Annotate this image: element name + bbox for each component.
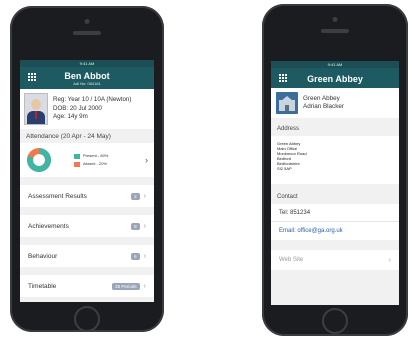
chevron-right-icon: › — [388, 256, 391, 264]
address-block: Green Abbey Main Office Monkmoor Road Be… — [271, 136, 399, 184]
row-timetable[interactable]: Timetable 25 Periods › — [20, 275, 154, 297]
email-row[interactable]: Email: office@ga.org.uk — [271, 222, 399, 240]
chevron-right-icon: › — [143, 282, 146, 290]
student-photo — [24, 93, 48, 125]
front-camera — [332, 17, 338, 22]
count-badge: 8 — [131, 222, 140, 230]
chevron-right-icon: › — [143, 222, 146, 230]
speaker-grille — [321, 29, 349, 33]
row-behaviour[interactable]: Behaviour 6 › — [20, 245, 154, 267]
contact-name: Adrian Blacker — [303, 103, 344, 110]
home-button[interactable] — [322, 308, 348, 334]
student-dob: DOB: 20 Jul 2000 — [53, 104, 102, 112]
screen-right: 9:41 AM Green Abbey Green Abbey Adrian B… — [271, 61, 399, 305]
status-bar: 9:41 AM — [271, 61, 399, 68]
legend-present: Present - 80% — [74, 152, 108, 160]
menu-grid-icon[interactable] — [279, 74, 287, 82]
student-reg: Reg: Year 10 / 10A (Newton) — [53, 96, 132, 104]
chevron-right-icon: › — [145, 155, 148, 165]
school-card: Green Abbey Adrian Blacker — [271, 88, 399, 118]
count-badge: 25 Periods — [112, 282, 140, 290]
row-achievements[interactable]: Achievements 8 › — [20, 215, 154, 237]
status-bar: 9:41 AM — [20, 60, 154, 67]
attendance-label: Attendance (20 Apr - 24 May) — [26, 133, 111, 140]
speaker-grille — [73, 31, 101, 35]
school-name: Green Abbey — [303, 95, 340, 102]
home-button[interactable] — [74, 306, 100, 332]
row-assessment-results[interactable]: Assessment Results 2 › — [20, 185, 154, 207]
phone-right: 9:41 AM Green Abbey Green Abbey Adrian B… — [262, 4, 408, 336]
nav-bar: Green Abbey — [271, 68, 399, 88]
screen-left: 9:41 AM Ben Abbot Adi No: 084161 Reg: Ye… — [20, 60, 154, 302]
school-logo — [276, 92, 298, 114]
attendance-card[interactable]: Present - 80% Absent - 20% › — [20, 143, 154, 177]
menu-grid-icon[interactable] — [28, 73, 36, 81]
count-badge: 6 — [131, 252, 140, 260]
page-subtitle: Adi No: 084161 — [73, 81, 101, 86]
page-title: Green Abbey — [307, 74, 363, 84]
nav-bar: Ben Abbot Adi No: 084161 — [20, 67, 154, 89]
page-title: Ben Abbot — [64, 71, 110, 81]
front-camera — [84, 19, 90, 24]
legend-absent: Absent - 20% — [74, 160, 108, 168]
email-link[interactable]: Email: office@ga.org.uk — [279, 228, 343, 234]
legend-present-swatch — [74, 153, 80, 159]
address-line: SI2 5AP — [277, 166, 292, 171]
chevron-right-icon: › — [143, 252, 146, 260]
attendance-donut-chart — [27, 148, 51, 172]
legend-absent-swatch — [74, 161, 80, 167]
phone-left: 9:41 AM Ben Abbot Adi No: 084161 Reg: Ye… — [10, 6, 164, 332]
address-section-header: Address — [277, 126, 300, 132]
count-badge: 2 — [131, 192, 140, 200]
website-row[interactable]: Web Site › — [271, 250, 399, 270]
student-card: Reg: Year 10 / 10A (Newton) DOB: 20 Jul … — [20, 89, 154, 129]
student-age: Age: 14y 9m — [53, 113, 88, 121]
tel-row[interactable]: Tel: 851234 — [271, 204, 399, 222]
chevron-right-icon: › — [143, 192, 146, 200]
contact-section-header: Contact — [277, 194, 298, 200]
